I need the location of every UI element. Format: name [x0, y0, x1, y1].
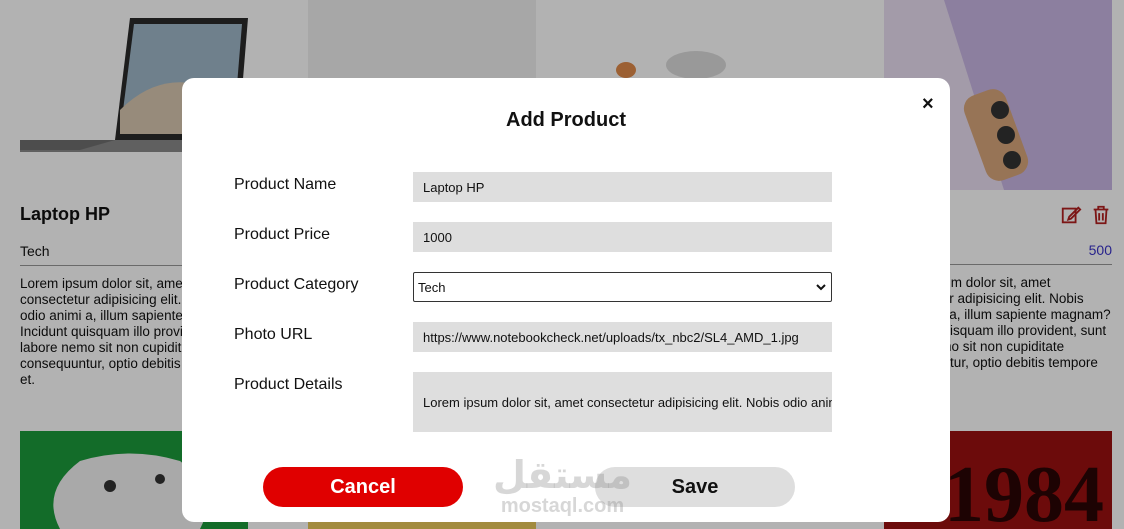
modal-title: Add Product [506, 109, 626, 131]
cancel-button[interactable]: Cancel [263, 467, 463, 507]
field-row-details: Product Details Lorem ipsum dolor sit, a… [234, 372, 832, 432]
field-row-photo: Photo URL [234, 322, 832, 352]
product-details-textarea[interactable]: Lorem ipsum dolor sit, amet consectetur … [413, 372, 832, 432]
field-row-category: Product Category Tech [234, 272, 832, 302]
selected-category: Tech [418, 279, 446, 295]
close-icon[interactable]: × [922, 94, 934, 114]
product-price-label: Product Price [234, 226, 331, 243]
photo-url-label: Photo URL [234, 326, 313, 343]
product-name-label: Product Name [234, 176, 337, 193]
product-category-label: Product Category [234, 276, 359, 293]
photo-url-input[interactable] [413, 322, 832, 352]
field-row-price: Product Price [234, 222, 832, 252]
product-category-select[interactable]: Tech [413, 272, 832, 302]
field-row-name: Product Name [234, 172, 832, 202]
save-button[interactable]: Save [595, 467, 795, 507]
product-price-input[interactable] [413, 222, 832, 252]
add-product-modal: Add Product × Product Name Product Price… [182, 78, 950, 522]
product-details-label: Product Details [234, 376, 343, 393]
chevron-down-icon [816, 284, 826, 291]
product-name-input[interactable] [413, 172, 832, 202]
